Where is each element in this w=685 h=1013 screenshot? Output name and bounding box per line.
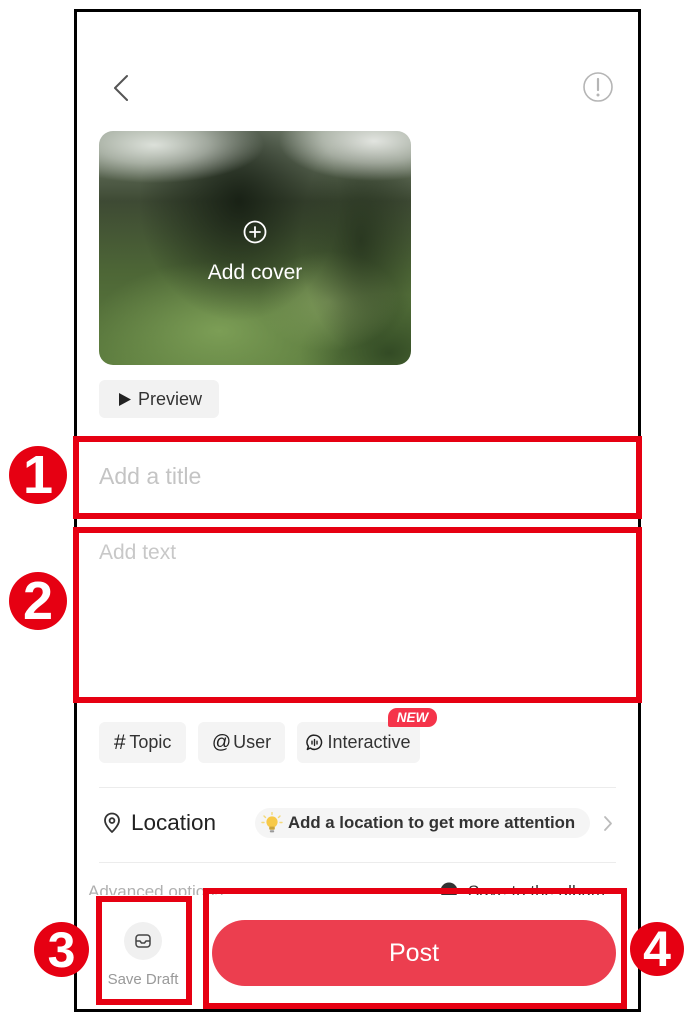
location-hint-chip[interactable]: Add a location to get more attention [255,808,590,838]
lightbulb-icon [261,812,283,833]
back-button[interactable] [113,74,129,102]
annotation-box-4 [203,888,627,1009]
annotation-box-2 [73,527,642,703]
chevron-left-icon [114,75,128,101]
add-cover-label: Add cover [207,261,303,284]
interactive-bubble-icon [306,734,323,751]
topic-chip[interactable]: # Topic [99,722,186,763]
chevron-right-icon [604,816,612,831]
divider [99,862,616,863]
interactive-chip-label: Interactive [327,732,411,752]
annotation-box-1 [73,436,642,519]
annotation-marker-1: 1 [9,446,67,504]
cover-thumbnail[interactable]: Add cover [99,131,411,365]
location-pin-icon [104,812,120,833]
user-chip-label: User [233,732,272,752]
info-button[interactable] [582,71,614,103]
mention-icon: @ [211,731,232,753]
location-label: Location [131,810,217,835]
divider [99,787,616,788]
exclamation-circle-icon [583,72,613,102]
annotation-marker-3: 3 [34,922,89,977]
preview-button[interactable]: Preview [99,380,219,418]
preview-label: Preview [138,388,203,409]
user-chip[interactable]: @ User [198,722,285,763]
plus-circle-icon [243,220,267,244]
annotation-box-3 [96,896,192,1005]
play-icon [119,392,131,406]
interactive-chip[interactable]: Interactive [297,722,420,763]
hashtag-icon: # [113,730,126,754]
location-hint-text: Add a location to get more attention [288,813,576,832]
annotation-marker-4: 4 [630,922,684,976]
new-badge: NEW [388,708,437,727]
location-row[interactable]: Location Add a location to get more atte… [99,802,616,844]
topic-chip-label: Topic [129,732,172,752]
annotation-marker-2: 2 [9,572,67,630]
